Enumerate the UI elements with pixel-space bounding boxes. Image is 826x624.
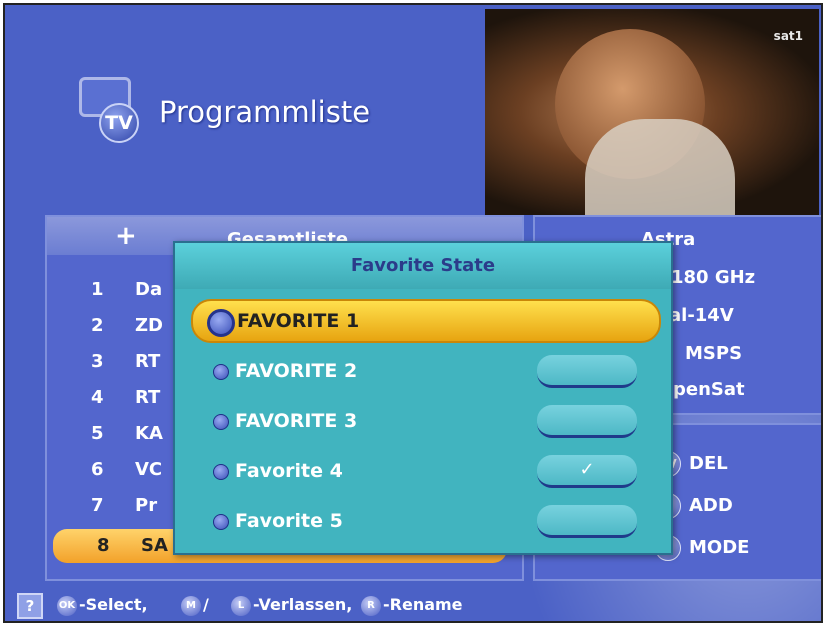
checkmark-icon: ✓ bbox=[579, 459, 595, 480]
provider-value: penSat bbox=[673, 379, 745, 400]
favorite-label: FAVORITE 1 bbox=[237, 310, 360, 332]
channel-name: RT bbox=[135, 387, 161, 408]
favorite-state-dialog: Favorite State FAVORITE 1 FAVORITE 2 FAV… bbox=[173, 241, 673, 555]
footer-rename-hint: R -Rename bbox=[361, 595, 463, 616]
channel-number: 3 bbox=[91, 351, 104, 372]
footer-menu-text: / bbox=[203, 595, 209, 614]
ok-key-icon: OK bbox=[57, 595, 77, 616]
key-mode-label: MODE bbox=[689, 537, 750, 558]
footer-help-bar: ? OK -Select, M / L -Verlassen, R -Rename bbox=[5, 587, 821, 621]
favorite-toggle[interactable] bbox=[537, 405, 637, 438]
tv-screen: TV Programmliste sat1 + Gesamtliste 1 Da… bbox=[3, 3, 823, 623]
channel-name: Da bbox=[135, 279, 163, 300]
channel-name: VC bbox=[135, 459, 163, 480]
favorite-toggle[interactable] bbox=[537, 355, 637, 388]
footer-exit-text: -Verlassen, bbox=[253, 595, 353, 614]
channel-number: 8 bbox=[97, 535, 110, 556]
radio-icon bbox=[213, 514, 229, 530]
tv-badge-icon: TV bbox=[99, 103, 139, 143]
key-add-label: ADD bbox=[689, 495, 733, 516]
page-header: TV Programmliste bbox=[79, 77, 439, 147]
channel-name: Pr bbox=[135, 495, 158, 516]
footer-select-hint: OK -Select, bbox=[57, 595, 148, 616]
favorite-label: FAVORITE 2 bbox=[235, 360, 358, 382]
symbol-rate-value: MSPS bbox=[685, 343, 743, 364]
channel-name: RT bbox=[135, 351, 161, 372]
favorite-4-option[interactable]: Favorite 4 ✓ bbox=[191, 451, 657, 491]
frequency-value: 180 GHz bbox=[671, 267, 756, 288]
favorite-5-option[interactable]: Favorite 5 bbox=[191, 501, 657, 541]
channel-number: 5 bbox=[91, 423, 104, 444]
favorite-toggle-checked[interactable]: ✓ bbox=[537, 455, 637, 488]
favorite-toggle[interactable] bbox=[537, 505, 637, 538]
polarity-value: al-14V bbox=[669, 305, 734, 326]
footer-exit-hint: L -Verlassen, bbox=[231, 595, 352, 616]
favorite-1-option[interactable]: FAVORITE 1 bbox=[191, 299, 661, 343]
l-key-icon: L bbox=[231, 595, 251, 616]
favorite-label: Favorite 5 bbox=[235, 510, 343, 532]
r-key-icon: R bbox=[361, 595, 381, 616]
footer-rename-text: -Rename bbox=[383, 595, 463, 614]
favorite-3-option[interactable]: FAVORITE 3 bbox=[191, 401, 657, 441]
key-del-label: DEL bbox=[689, 453, 728, 474]
radio-icon bbox=[213, 364, 229, 380]
channel-name: SA bbox=[141, 535, 168, 556]
favorite-2-option[interactable]: FAVORITE 2 bbox=[191, 351, 657, 391]
channel-number: 1 bbox=[91, 279, 104, 300]
radio-icon bbox=[213, 464, 229, 480]
channel-number: 4 bbox=[91, 387, 104, 408]
footer-select-text: -Select, bbox=[79, 595, 148, 614]
channel-logo: sat1 bbox=[773, 29, 803, 43]
radio-icon bbox=[213, 414, 229, 430]
channel-name: ZD bbox=[135, 315, 163, 336]
dialog-title: Favorite State bbox=[175, 243, 671, 289]
m-key-icon: M bbox=[181, 595, 201, 616]
channel-name: KA bbox=[135, 423, 163, 444]
plus-icon[interactable]: + bbox=[115, 223, 137, 249]
page-title: Programmliste bbox=[159, 95, 371, 129]
channel-number: 7 bbox=[91, 495, 104, 516]
radio-icon bbox=[207, 309, 235, 337]
favorite-label: Favorite 4 bbox=[235, 460, 343, 482]
channel-number: 6 bbox=[91, 459, 104, 480]
favorite-label: FAVORITE 3 bbox=[235, 410, 358, 432]
channel-number: 2 bbox=[91, 315, 104, 336]
help-icon[interactable]: ? bbox=[17, 593, 43, 619]
preview-shirt bbox=[585, 119, 735, 215]
video-preview: sat1 bbox=[485, 9, 819, 215]
footer-menu-hint: M / bbox=[181, 595, 209, 616]
